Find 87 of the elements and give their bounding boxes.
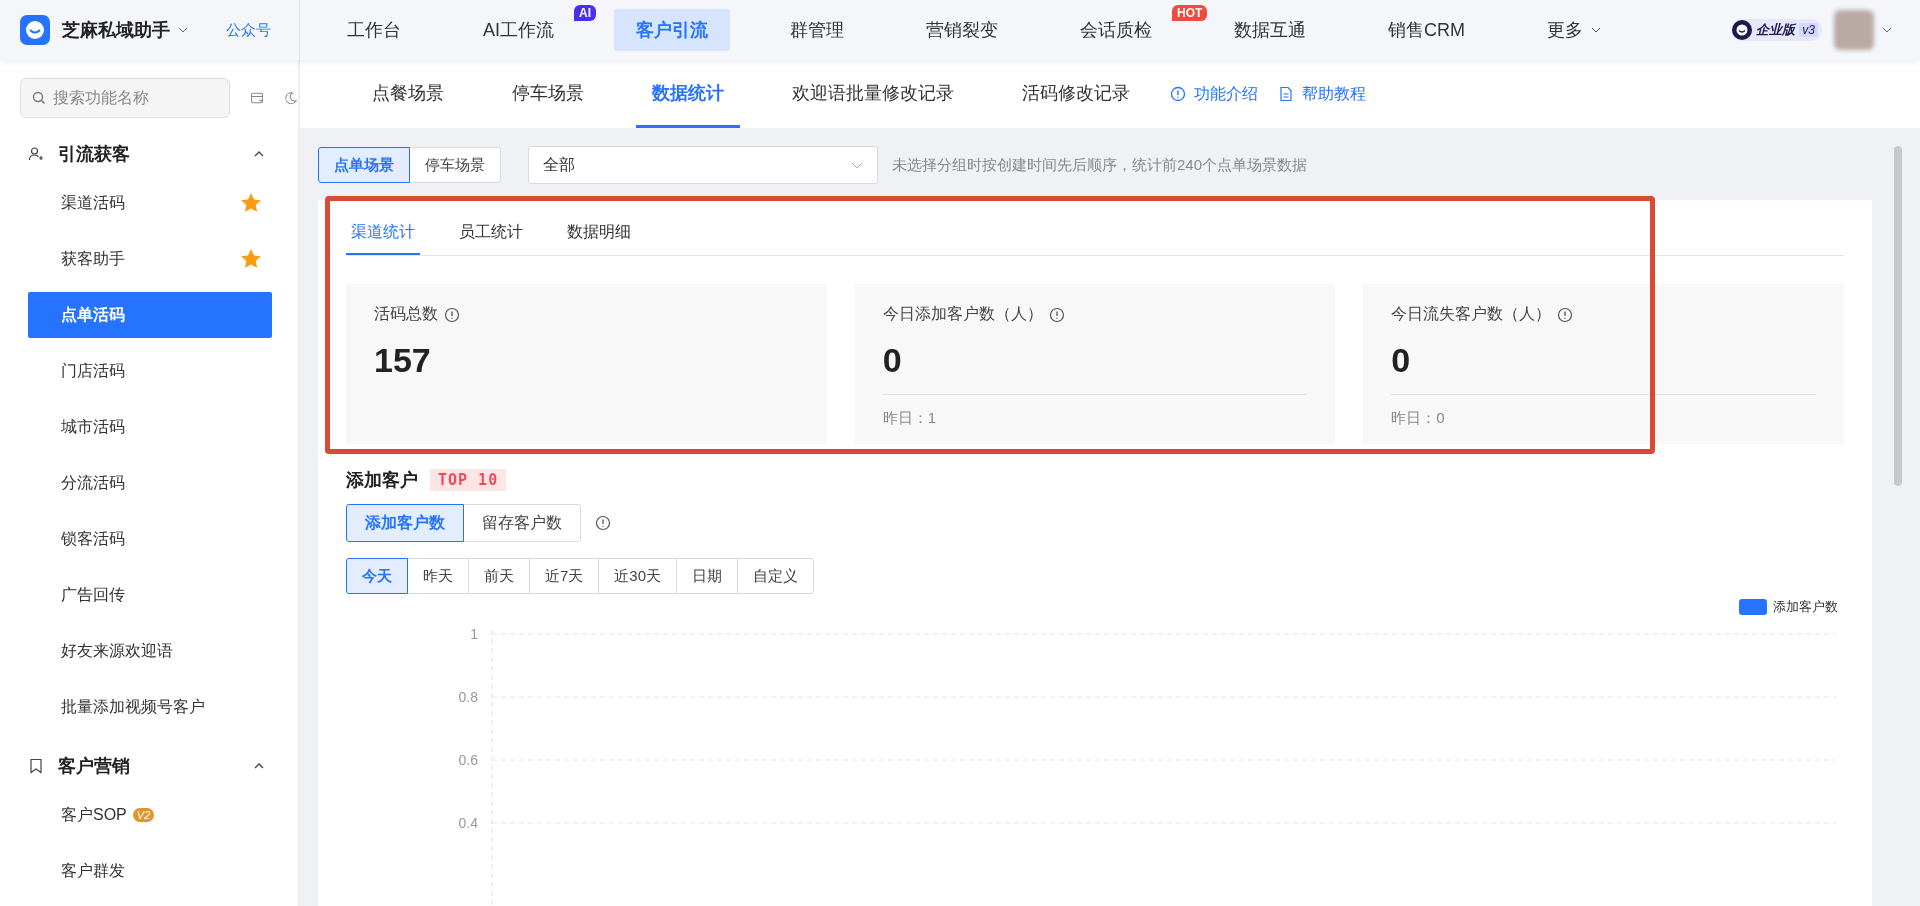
stat-label: 今日流失客户数（人） [1391,304,1552,324]
nav-tab[interactable]: 工作台 [325,9,423,51]
date-range-toggle[interactable]: 近30天 [598,558,678,594]
edition-version: v3 [1799,23,1818,37]
sidebar-item[interactable]: 批量添加视频号客户 [28,684,272,730]
sidebar-item[interactable]: 客户群发 [28,848,272,894]
info-icon[interactable] [595,515,611,531]
date-range-toggle[interactable]: 今天 [346,558,408,594]
legend-label: 添加客户数 [1773,598,1838,616]
info-icon[interactable] [1557,306,1574,323]
sidebar-item[interactable]: 客户SOP V2 [28,792,272,838]
date-range-toggle[interactable]: 近7天 [529,558,600,594]
sidebar-item[interactable]: 获客助手 [28,236,272,282]
logo-icon [20,15,50,45]
stats-tab[interactable]: 渠道统计 [346,212,420,255]
y-tick-label: 0.4 [458,815,478,831]
nav-badge: HOT [1172,5,1208,21]
stat-value: 0 [882,341,903,381]
search-icon [32,91,46,105]
sidebar-item[interactable]: 城市活码 [28,404,272,450]
star-icon[interactable] [240,248,262,270]
caret-icon [851,161,863,169]
account-link[interactable]: 公众号 [226,20,271,40]
date-range-toggle[interactable]: 自定义 [737,558,815,594]
document-icon [1278,86,1294,102]
stat-value: 0 [1391,341,1412,381]
sidebar-item[interactable]: 好友来源欢迎语 [28,628,272,674]
info-icon [1170,86,1186,102]
info-icon[interactable] [1048,306,1065,323]
y-tick-label: 0.8 [458,689,478,705]
chevron-icon[interactable] [254,763,264,769]
edition-logo-icon [1732,20,1753,40]
top-badge: TOP 10 [430,469,507,491]
stat-label: 今日添加客户数（人） [882,304,1043,324]
version-badge: V2 [132,808,155,822]
yesterday-value: 昨日：0 [1391,394,1816,428]
scene-toggle[interactable]: 停车场景 [409,147,501,183]
yesterday-value: 昨日：1 [882,394,1308,428]
sidebar-group-title[interactable]: 客户营销 [58,754,130,778]
sub-tab[interactable]: 活码修改记录 [1006,60,1146,128]
caret-icon[interactable] [1882,27,1892,33]
hint-text: 未选择分组时按创建时间先后顺序，统计前240个点单场景数据 [892,155,1308,175]
stat-value: 157 [374,341,432,381]
scrollbar-thumb[interactable] [1894,146,1902,486]
stat-label: 活码总数 [374,304,438,324]
edition-label: 企业版 [1756,21,1796,39]
help-link[interactable]: 功能介绍 [1170,60,1258,128]
caret-icon[interactable] [178,27,188,33]
info-icon[interactable] [444,306,460,323]
nav-tab[interactable]: 销售CRM [1366,9,1487,51]
nav-tab[interactable]: 更多 [1525,9,1623,51]
sidebar-item[interactable]: 广告回传 [28,572,272,618]
nav-tab[interactable]: 营销裂变 [904,9,1020,51]
scene-toggle[interactable]: 点单场景 [318,147,410,183]
search-field[interactable]: 搜索功能名称 [20,78,230,118]
sub-tab[interactable]: 点餐场景 [356,60,460,128]
sub-tab[interactable]: 停车场景 [496,60,600,128]
sidebar-item[interactable]: 分流活码 [28,460,272,506]
nav-tab[interactable]: 会话质检 [1058,9,1174,51]
sidebar-item[interactable]: 门店活码 [28,348,272,394]
y-tick-label: 1 [470,626,478,642]
help-link[interactable]: 帮助教程 [1278,60,1366,128]
nav-tab[interactable]: 数据互通 [1212,9,1328,51]
section-title: 添加客户 [346,469,418,492]
date-range-toggle[interactable]: 昨天 [407,558,469,594]
sidebar-item[interactable]: 渠道活码 [28,180,272,226]
sidebar-item[interactable]: 点单活码 [28,292,272,338]
chevron-icon[interactable] [254,151,264,157]
nav-tab[interactable]: AI工作流 [461,9,576,51]
user-plus-icon [28,146,44,162]
app-name: 芝麻私域助手 [62,19,170,42]
nav-tab[interactable]: 群管理 [768,9,866,51]
date-range-toggle[interactable]: 日期 [676,558,739,594]
metric-toggle[interactable]: 添加客户数 [346,504,464,542]
date-range-toggle[interactable]: 前天 [468,558,530,594]
nav-badge: AI [574,5,596,21]
sub-tab[interactable]: 数据统计 [636,60,740,128]
sidebar-item[interactable]: 锁客活码 [28,516,272,562]
stats-tab[interactable]: 员工统计 [454,212,528,255]
y-tick-label: 0.6 [458,752,478,768]
sub-tab[interactable]: 欢迎语批量修改记录 [776,60,970,128]
sidebar-group-title[interactable]: 引流获客 [58,142,130,166]
metric-toggle[interactable]: 留存客户数 [463,504,581,542]
group-select[interactable]: 全部 [528,146,878,184]
star-icon[interactable] [240,192,262,214]
stats-tab[interactable]: 数据明细 [562,212,636,255]
bookmark-icon [28,758,44,774]
